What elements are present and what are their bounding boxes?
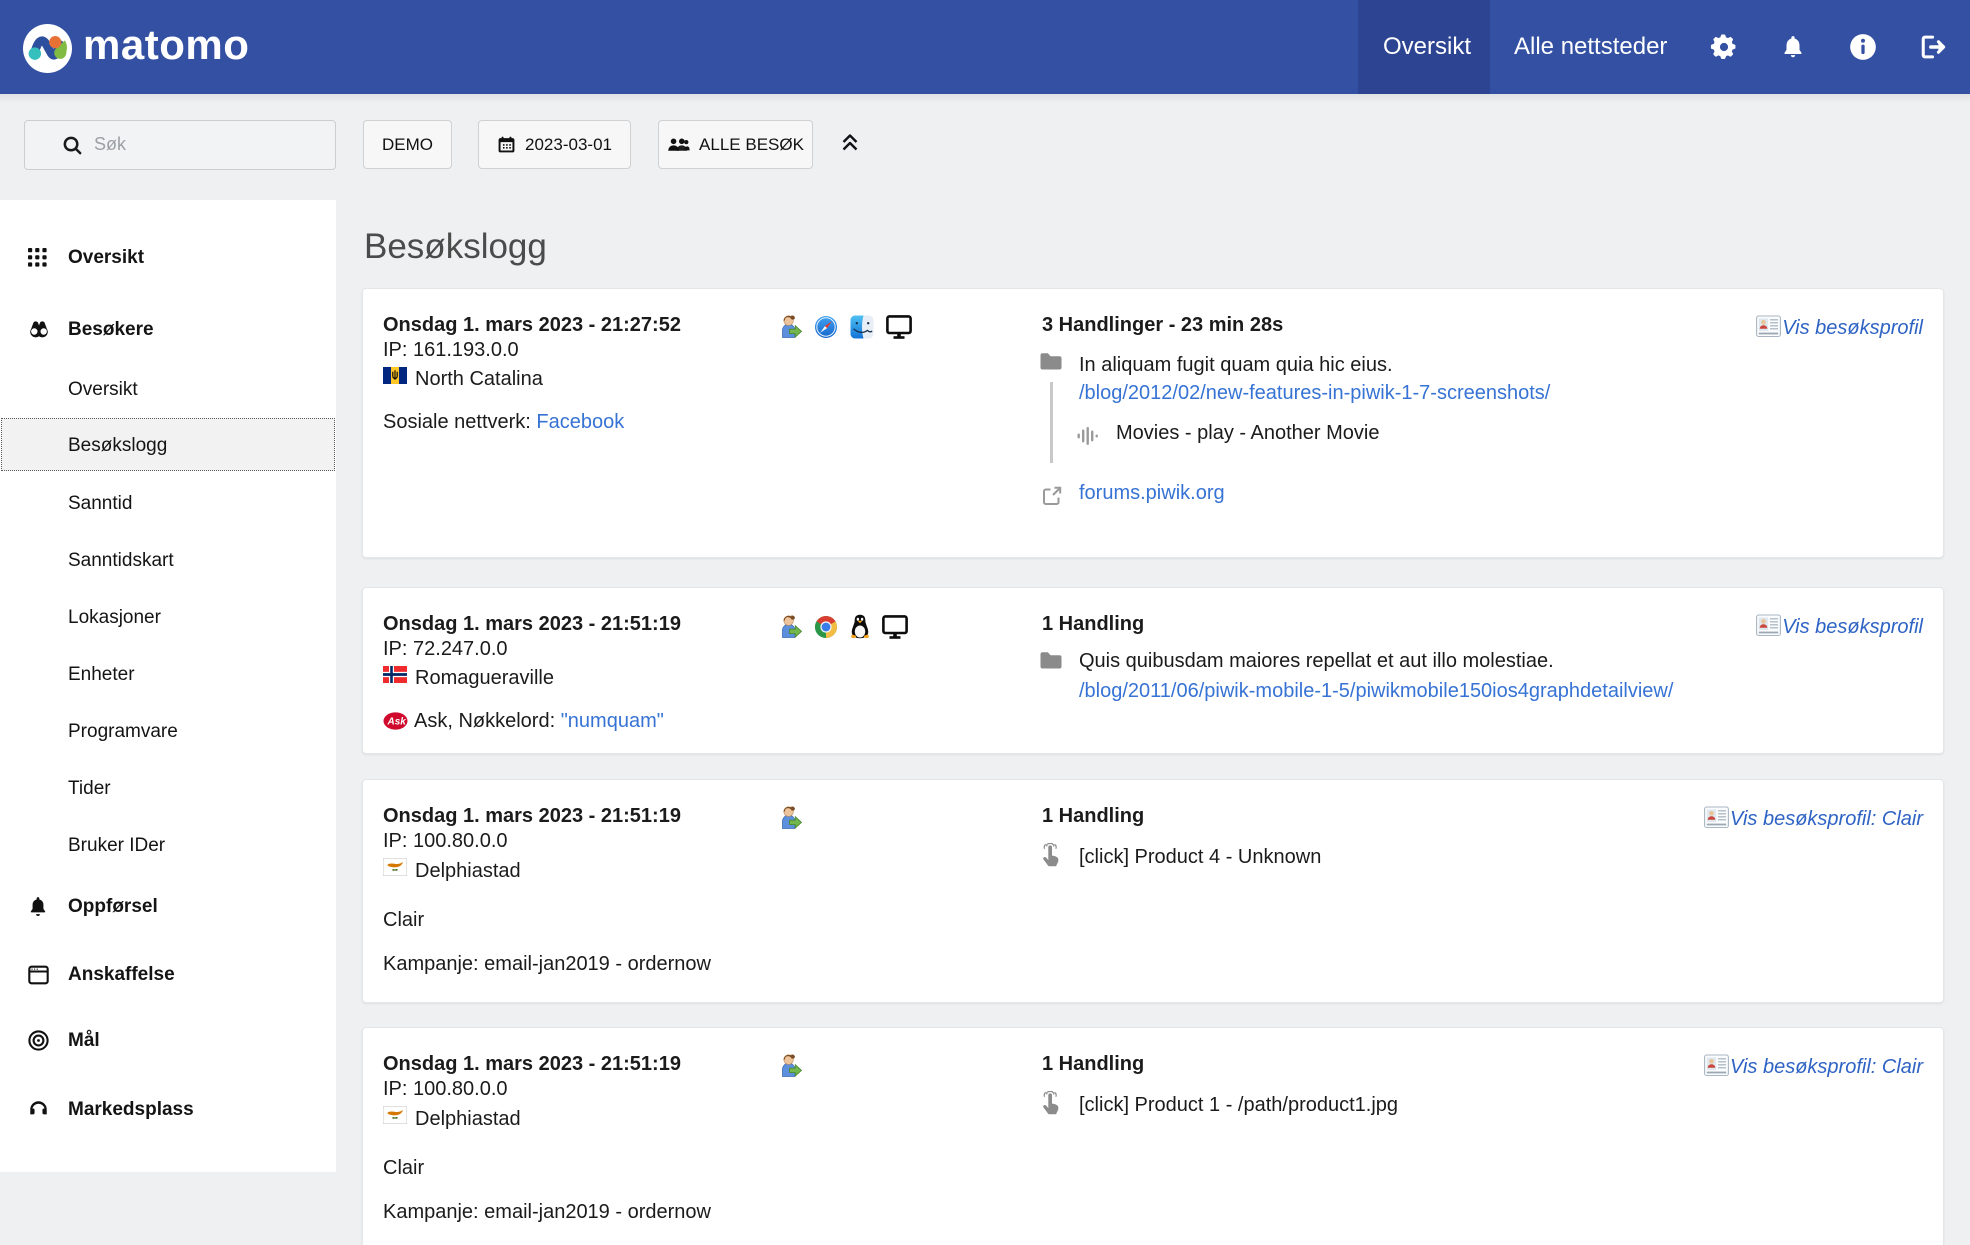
svg-text:Ask: Ask (387, 717, 407, 728)
